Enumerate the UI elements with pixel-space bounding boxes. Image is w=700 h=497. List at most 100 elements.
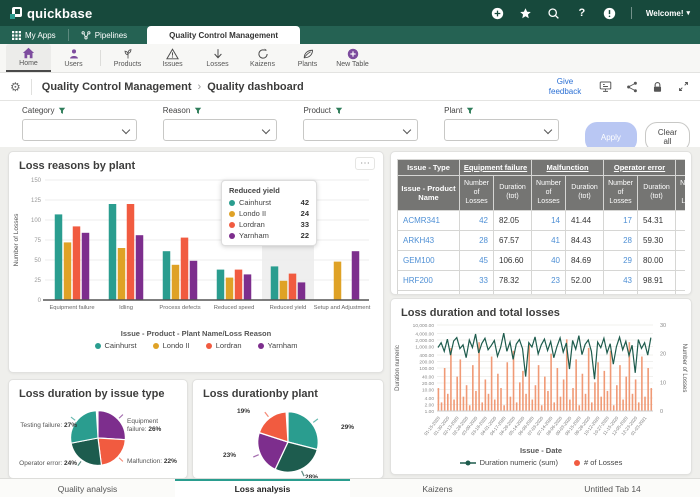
pipelines-label: Pipelines bbox=[95, 31, 127, 40]
quickbase-logo[interactable]: quickbase bbox=[10, 6, 92, 21]
table-nav-users[interactable]: Users bbox=[51, 44, 96, 72]
grid-icon bbox=[12, 31, 21, 40]
filter-label: Plant bbox=[444, 106, 462, 115]
category-select[interactable] bbox=[22, 119, 137, 141]
welcome-menu[interactable]: Welcome! ▾ bbox=[646, 9, 690, 18]
tab-untitled-14[interactable]: Untitled Tab 14 bbox=[525, 479, 700, 497]
table-nav-plants[interactable]: Plants bbox=[285, 44, 330, 72]
quickbase-logo-text: quickbase bbox=[27, 6, 92, 21]
quickbase-logo-icon bbox=[10, 7, 22, 19]
table-nav-products[interactable]: Products bbox=[105, 44, 150, 72]
pie-label: Operator error: 24% bbox=[13, 460, 77, 468]
svg-text:10: 10 bbox=[660, 380, 666, 386]
table-nav-label: Home bbox=[19, 60, 38, 67]
leaf-icon bbox=[302, 48, 314, 60]
table-row: GEM10045106.604084.692980.00 bbox=[398, 251, 686, 271]
table-nav-strip: Home Users Products Issues Losses Kaizen… bbox=[0, 44, 700, 73]
line-chart-card: Loss duration and total losses 10,000.00… bbox=[390, 298, 692, 475]
tab-quality-analysis[interactable]: Quality analysis bbox=[0, 479, 175, 497]
svg-text:10.00: 10.00 bbox=[422, 387, 434, 393]
line-chart-xlabel: Issue - Date bbox=[391, 446, 691, 455]
bar-chart-xlabel: Issue - Product - Plant Name/Loss Reason bbox=[9, 329, 383, 338]
filter-category: Category bbox=[22, 106, 137, 141]
reason-select[interactable] bbox=[163, 119, 278, 141]
breadcrumb-app[interactable]: Quality Control Management bbox=[42, 81, 192, 93]
pie-label: 29% bbox=[341, 424, 354, 432]
chevron-down-icon bbox=[544, 126, 552, 134]
active-app-tab-label: Quality Control Management bbox=[169, 31, 278, 40]
table-nav-home[interactable]: Home bbox=[6, 44, 51, 72]
pie-issue-type-title: Loss duration by issue type bbox=[9, 380, 187, 400]
svg-text:50: 50 bbox=[34, 258, 41, 264]
table-nav-losses[interactable]: Losses bbox=[195, 44, 240, 72]
users-icon bbox=[68, 48, 80, 60]
table-nav-label: Plants bbox=[298, 61, 317, 68]
pivot-table: Issue - TypeEquipment failureMalfunction… bbox=[397, 159, 685, 295]
product-select[interactable] bbox=[303, 119, 418, 141]
svg-text:25: 25 bbox=[34, 278, 41, 284]
favorites-star-icon[interactable] bbox=[519, 6, 533, 20]
svg-text:2,000.00: 2,000.00 bbox=[415, 338, 434, 344]
chevron-down-icon: ▾ bbox=[686, 9, 690, 17]
app-tabs-row: My Apps Pipelines Quality Control Manage… bbox=[0, 26, 700, 44]
bar-chart-tooltip: Reduced yield Cainhurst42Londo II24Lordr… bbox=[221, 180, 317, 246]
card-menu-button[interactable]: ⋯ bbox=[355, 157, 375, 170]
lock-icon[interactable] bbox=[651, 80, 664, 93]
pie-plant-title: Loss durationby plant bbox=[193, 380, 383, 400]
warning-triangle-icon bbox=[166, 48, 179, 60]
tab-loss-analysis[interactable]: Loss analysis bbox=[175, 479, 350, 497]
bar-chart-card: Loss reasons by plant ⋯ 0255075100125150… bbox=[8, 151, 384, 373]
svg-text:4,000.00: 4,000.00 bbox=[415, 331, 434, 337]
table-row: ARKH432867.574184.432859.30 bbox=[398, 231, 686, 251]
expand-icon[interactable] bbox=[677, 80, 690, 93]
my-apps-button[interactable]: My Apps bbox=[0, 26, 68, 44]
present-icon[interactable] bbox=[599, 80, 612, 93]
arrow-down-icon bbox=[212, 48, 224, 60]
svg-text:Reduced yield: Reduced yield bbox=[270, 305, 307, 311]
svg-text:Reduced speed: Reduced speed bbox=[214, 305, 255, 311]
svg-text:1.00: 1.00 bbox=[425, 409, 435, 415]
svg-text:100.00: 100.00 bbox=[419, 366, 434, 372]
help-icon[interactable]: ? bbox=[575, 6, 589, 20]
table-row: HRF2003378.322352.004398.91 bbox=[398, 271, 686, 291]
funnel-icon bbox=[58, 107, 66, 115]
strip-separator bbox=[100, 50, 101, 66]
svg-text:Number of Losses: Number of Losses bbox=[681, 344, 687, 393]
table-nav-issues[interactable]: Issues bbox=[150, 44, 195, 72]
share-icon[interactable] bbox=[625, 80, 638, 93]
bar-chart-title: Loss reasons by plant bbox=[9, 152, 383, 172]
give-feedback-link[interactable]: Give feedback bbox=[544, 77, 586, 95]
chevron-down-icon bbox=[121, 126, 129, 134]
page-title: Quality dashboard bbox=[207, 81, 304, 93]
table-row: ACMR3414282.051441.441754.31 bbox=[398, 211, 686, 231]
topbar-divider bbox=[631, 7, 632, 19]
table-nav-kaizens[interactable]: Kaizens bbox=[240, 44, 285, 72]
svg-text:Setup and Adjustment: Setup and Adjustment bbox=[314, 305, 371, 311]
wheat-icon bbox=[122, 48, 134, 60]
add-icon[interactable] bbox=[491, 6, 505, 20]
app-tab-quality-control-management[interactable]: Quality Control Management bbox=[147, 26, 300, 44]
table-nav-new-table[interactable]: New Table bbox=[330, 44, 375, 72]
table-row: IDZ4848103.7543103.3363157.55 bbox=[398, 291, 686, 295]
top-bar: quickbase ? Welcome! ▾ bbox=[0, 0, 700, 26]
tab-kaizens[interactable]: Kaizens bbox=[350, 479, 525, 497]
svg-text:100: 100 bbox=[31, 218, 42, 224]
table-nav-label: Issues bbox=[162, 61, 182, 68]
svg-text:125: 125 bbox=[31, 198, 42, 204]
filter-label: Category bbox=[22, 106, 54, 115]
line-chart: 10,000.004,000.002,000.001,000.00400.002… bbox=[391, 319, 689, 441]
table-nav-label: Users bbox=[64, 61, 82, 68]
plant-select[interactable] bbox=[444, 119, 559, 141]
pie-label: 19% bbox=[237, 408, 250, 416]
home-icon bbox=[22, 47, 35, 59]
breadcrumb-separator: › bbox=[198, 81, 202, 93]
funnel-icon bbox=[335, 107, 343, 115]
svg-text:0: 0 bbox=[38, 298, 42, 304]
pie-label: Testing failure: 27% bbox=[15, 422, 77, 430]
search-icon[interactable] bbox=[547, 6, 561, 20]
pie-label: 23% bbox=[223, 452, 236, 460]
settings-gear-icon[interactable]: ⚙ bbox=[10, 80, 21, 94]
bar-chart-legend: CainhurstLondo IILordranYarnham bbox=[9, 341, 383, 350]
pipelines-button[interactable]: Pipelines bbox=[69, 26, 139, 44]
alerts-icon[interactable] bbox=[603, 6, 617, 20]
